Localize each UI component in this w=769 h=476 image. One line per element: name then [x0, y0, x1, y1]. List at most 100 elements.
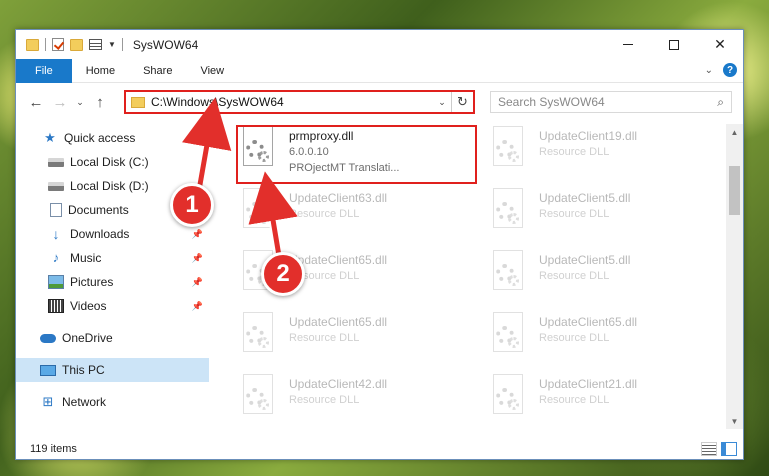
- address-bar[interactable]: C:\Windows\SysWOW64 ⌄ ↻: [124, 90, 475, 114]
- file-description: Resource DLL: [539, 270, 610, 282]
- properties-icon[interactable]: [89, 39, 102, 50]
- sidebar-item-this-pc[interactable]: This PC: [16, 358, 209, 382]
- tab-view[interactable]: View: [186, 59, 238, 83]
- help-icon[interactable]: ?: [723, 63, 737, 77]
- file-tile[interactable]: UpdateClient63.dll Resource DLL: [226, 186, 451, 240]
- dll-file-icon: [239, 188, 279, 234]
- tab-share[interactable]: Share: [129, 59, 186, 83]
- sidebar-item-label: This PC: [62, 363, 105, 377]
- pin-icon[interactable]: 📌: [192, 301, 203, 312]
- sidebar-item-downloads[interactable]: ↓ Downloads 📌: [16, 222, 209, 246]
- maximize-icon: [669, 39, 679, 50]
- onedrive-icon: [40, 333, 56, 343]
- minimize-icon: [623, 44, 633, 45]
- file-tile[interactable]: UpdateClient65.dll Resource DLL: [476, 310, 701, 364]
- refresh-button[interactable]: ↻: [451, 92, 473, 112]
- new-folder-icon[interactable]: [70, 38, 83, 51]
- scroll-down-icon[interactable]: ▼: [726, 413, 743, 429]
- step-badge-1: 1: [170, 183, 214, 227]
- file-tile[interactable]: UpdateClient5.dll Resource DLL: [476, 248, 701, 302]
- file-description: Resource DLL: [289, 332, 360, 344]
- search-icon[interactable]: ⌕: [717, 95, 724, 110]
- back-button[interactable]: ←: [24, 94, 48, 111]
- documents-icon: [50, 203, 62, 217]
- sidebar-item-label: Local Disk (C:): [70, 155, 149, 169]
- navigation-pane: ★ Quick access Local Disk (C:) Local Dis…: [16, 124, 209, 429]
- customize-dropdown-icon[interactable]: ▼: [108, 40, 116, 49]
- dll-file-icon: [489, 188, 529, 234]
- toolbar-divider: [45, 38, 46, 51]
- file-name: UpdateClient42.dll: [289, 377, 388, 391]
- file-tile[interactable]: UpdateClient65.dll Resource DLL: [226, 248, 451, 302]
- pin-icon[interactable]: 📌: [192, 277, 203, 288]
- file-tile[interactable]: UpdateClient5.dll Resource DLL: [476, 186, 701, 240]
- sidebar-item-label: Pictures: [70, 275, 114, 289]
- close-icon: ✕: [714, 36, 726, 52]
- forward-button[interactable]: →: [48, 94, 72, 111]
- ribbon-tabs: File Home Share View ⌄ ?: [16, 58, 743, 83]
- videos-icon: [48, 299, 64, 313]
- file-name: UpdateClient21.dll: [539, 377, 638, 391]
- file-description: Resource DLL: [539, 394, 610, 406]
- window-title: SysWOW64: [132, 37, 199, 52]
- pictures-icon: [48, 275, 64, 289]
- search-placeholder: Search SysWOW64: [498, 95, 605, 109]
- checkmark-icon[interactable]: [52, 38, 64, 51]
- minimize-button[interactable]: [605, 30, 651, 59]
- sidebar-item-network[interactable]: ⊞ Network: [16, 390, 209, 414]
- up-button[interactable]: ↑: [88, 94, 112, 111]
- window-controls: ✕: [605, 30, 743, 59]
- download-icon: ↓: [52, 226, 60, 242]
- disk-icon: [48, 181, 64, 191]
- sidebar-item-onedrive[interactable]: OneDrive: [16, 326, 209, 350]
- navigation-bar: ← → ⌄ ↑ C:\Windows\SysWOW64 ⌄ ↻ Search S…: [16, 88, 743, 116]
- sidebar-item-label: OneDrive: [62, 331, 113, 345]
- sidebar-item-videos[interactable]: Videos 📌: [16, 294, 209, 318]
- sidebar-item-label: Downloads: [70, 227, 130, 241]
- star-icon: ★: [44, 130, 56, 145]
- file-tile[interactable]: UpdateClient42.dll Resource DLL: [226, 372, 451, 426]
- details-view-icon[interactable]: [701, 442, 717, 456]
- vertical-scrollbar[interactable]: ▲ ▼: [726, 124, 743, 429]
- scroll-up-icon[interactable]: ▲: [726, 124, 743, 140]
- folder-icon: [131, 96, 145, 108]
- close-button[interactable]: ✕: [697, 30, 743, 59]
- file-description: Resource DLL: [539, 332, 610, 344]
- file-description: Resource DLL: [289, 394, 360, 406]
- dll-file-icon: [489, 250, 529, 296]
- dll-file-icon: [489, 312, 529, 358]
- file-name: UpdateClient65.dll: [539, 315, 638, 329]
- tab-file[interactable]: File: [16, 58, 72, 83]
- sidebar-item-label: Quick access: [64, 131, 136, 145]
- file-tile[interactable]: UpdateClient21.dll Resource DLL: [476, 372, 701, 426]
- file-highlight-box: [236, 125, 477, 184]
- file-description: Resource DLL: [539, 208, 610, 220]
- pc-icon: [40, 364, 56, 376]
- sidebar-item-label: Videos: [70, 299, 107, 313]
- sidebar-item-pictures[interactable]: Pictures 📌: [16, 270, 209, 294]
- file-name: UpdateClient19.dll: [539, 129, 638, 143]
- sidebar-item-label: Documents: [68, 203, 129, 217]
- step-badge-2: 2: [261, 252, 305, 296]
- title-bar: ▼ SysWOW64 ✕: [16, 30, 743, 59]
- scroll-thumb[interactable]: [729, 166, 740, 215]
- sidebar-item-quick-access[interactable]: ★ Quick access: [16, 126, 209, 150]
- recent-locations-button[interactable]: ⌄: [72, 97, 88, 108]
- file-tile[interactable]: UpdateClient19.dll Resource DLL: [476, 124, 701, 178]
- expand-ribbon-icon[interactable]: ⌄: [705, 65, 713, 76]
- address-dropdown-icon[interactable]: ⌄: [433, 97, 451, 108]
- sidebar-item-music[interactable]: ♪ Music 📌: [16, 246, 209, 270]
- folder-icon[interactable]: [26, 38, 39, 51]
- address-text[interactable]: C:\Windows\SysWOW64: [151, 95, 433, 109]
- title-divider: [121, 38, 123, 51]
- tab-home[interactable]: Home: [72, 59, 129, 83]
- pin-icon[interactable]: 📌: [192, 253, 203, 264]
- sidebar-item-local-disk-c[interactable]: Local Disk (C:): [16, 150, 209, 174]
- file-description: Resource DLL: [289, 208, 360, 220]
- dll-file-icon: [489, 126, 529, 172]
- pin-icon[interactable]: 📌: [192, 229, 203, 240]
- file-tile[interactable]: UpdateClient65.dll Resource DLL: [226, 310, 451, 364]
- tiles-view-icon[interactable]: [721, 442, 737, 456]
- maximize-button[interactable]: [651, 30, 697, 59]
- search-input[interactable]: Search SysWOW64 ⌕: [490, 91, 732, 113]
